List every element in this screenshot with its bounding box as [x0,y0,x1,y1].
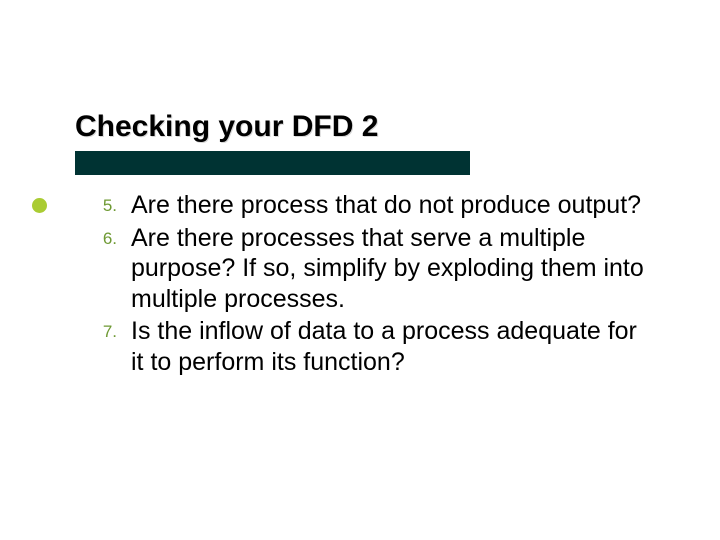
list-text: Are there process that do not produce ou… [131,190,645,221]
title-underline [75,151,470,175]
bullet-dot-icon [32,198,47,213]
numbered-list: 5. Are there process that do not produce… [75,190,645,379]
list-text: Are there processes that serve a multipl… [131,223,645,315]
list-number: 6. [75,223,131,249]
list-item: 6. Are there processes that serve a mult… [75,223,645,315]
list-number: 7. [75,316,131,342]
page-title: Checking your DFD 2 [75,110,645,143]
list-text: Is the inflow of data to a process adequ… [131,316,645,377]
list-item: 7. Is the inflow of data to a process ad… [75,316,645,377]
title-block: Checking your DFD 2 [75,110,645,175]
list-item: 5. Are there process that do not produce… [75,190,645,221]
list-number: 5. [75,190,131,216]
slide: Checking your DFD 2 5. Are there process… [0,0,720,540]
